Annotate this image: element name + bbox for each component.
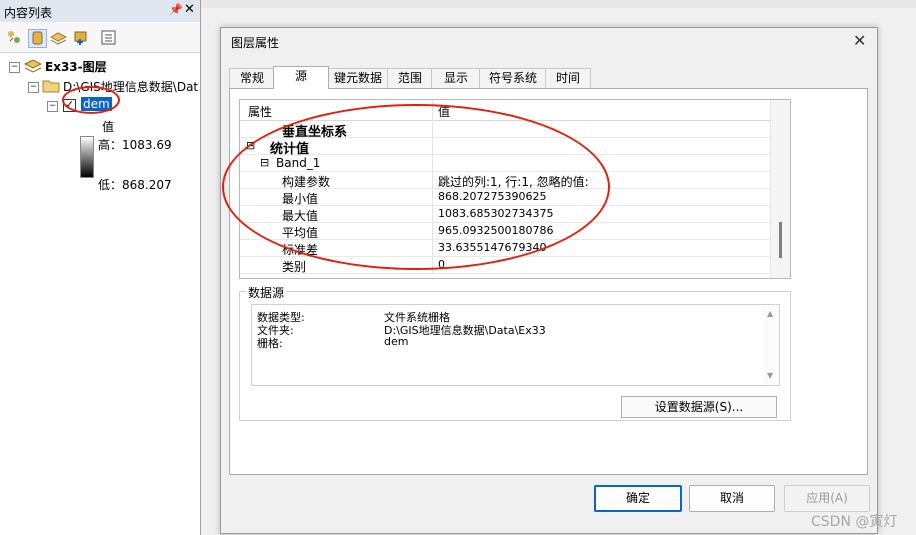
column-header-property: 属性 [248,105,273,119]
property-grid[interactable]: 属性 值 垂直坐标系 ⊟ 统计值 ⊟ Band_1 构建参数 跳过的列:1, 行:1, 忽略… [239,99,791,279]
root-collapse-toggle[interactable]: − [9,62,20,73]
folder-path[interactable]: D:\GIS地理信息数据\Dat [63,78,198,95]
layers-icon [24,59,42,73]
tab-time[interactable]: 时间 [545,68,591,88]
datasource-group: 数据源 数据类型: 文件系统栅格 文件夹: D:\GIS地理信息数据\Data\… [239,284,791,421]
property-grid-row[interactable]: ⊟ Band_1 [240,154,770,172]
tab-general[interactable]: 常规 [229,68,275,88]
list-by-visibility-icon[interactable] [50,29,67,46]
ok-button[interactable]: 确定 [594,485,682,512]
list-by-source-icon[interactable] [28,29,47,48]
scroll-down-icon[interactable]: ▼ [767,371,773,380]
legend-low-label: 低：868.207 [98,178,172,192]
property-grid-row[interactable]: 最小值 868.207275390625 [240,188,770,206]
column-header-value: 值 [438,105,451,119]
property-grid-header: 属性 值 [240,100,770,121]
tab-source[interactable]: 源 [273,66,329,89]
legend-value-heading: 值 [102,120,115,134]
datasource-info-box[interactable]: 数据类型: 文件系统栅格 文件夹: D:\GIS地理信息数据\Data\Ex33… [251,304,780,386]
property-grid-scroll-thumb[interactable] [779,222,782,258]
datasource-value-raster: dem [384,335,409,348]
datasource-legend: 数据源 [246,284,287,301]
property-grid-row[interactable]: 类别 0 [240,256,770,274]
tab-extent[interactable]: 范围 [387,68,433,88]
toc-titlebar: 内容列表 📌 ✕ [0,0,200,23]
datasource-label-raster: 栅格: [257,337,283,350]
layer-properties-dialog: 图层属性 ✕ 常规 源 键元数据 范围 显示 符号系统 时间 属性 值 垂直坐标… [220,27,878,534]
layer-visibility-checkbox[interactable]: ✓ [63,99,76,112]
dialog-close-icon[interactable]: ✕ [853,31,866,50]
property-grid-row[interactable]: 标准差 33.6355147679340 [240,239,770,257]
folder-icon [42,80,60,93]
tab-display[interactable]: 显示 [431,68,481,88]
stretch-color-ramp [80,136,94,178]
property-grid-row[interactable]: ⊟ 统计值 [240,137,770,157]
property-value: 965.0932500180786 [438,224,554,237]
watermark: CSDN @寅灯 [811,514,898,530]
property-grid-row[interactable]: 垂直坐标系 [240,120,770,140]
tab-symbology[interactable]: 符号系统 [479,68,547,88]
scroll-up-icon[interactable]: ▲ [767,309,773,318]
source-tab-panel: 属性 值 垂直坐标系 ⊟ 统计值 ⊟ Band_1 构建参数 跳过的列:1, 行:1, 忽略… [229,88,868,475]
layer-name-selected[interactable]: dem [81,97,112,111]
dialog-title: 图层属性 [231,36,280,50]
set-datasource-button[interactable]: 设置数据源(S)... [621,396,777,418]
toc-toolbar [0,22,200,53]
toc-panel: 内容列表 📌 ✕ − Ex33-图层 − D:\GIS地理信息数据\Dat − … [0,0,201,535]
row-collapse-toggle[interactable]: ⊟ [260,156,269,169]
property-grid-scrollbar[interactable] [770,100,790,278]
property-grid-row[interactable]: 最大值 1083.685302734375 [240,205,770,223]
legend-high-label: 高：1083.69 [98,138,172,152]
options-icon[interactable] [100,29,117,46]
tab-key-metadata[interactable]: 键元数据 [327,68,389,88]
property-grid-row[interactable]: 平均值 965.0932500180786 [240,222,770,240]
row-collapse-toggle[interactable]: ⊟ [246,139,255,152]
property-value: 1083.685302734375 [438,207,554,220]
property-name: 类别 [282,260,307,274]
property-value: 0 [438,258,445,271]
datasource-scrollbar[interactable]: ▲ ▼ [763,305,779,385]
tab-strip: 常规 源 键元数据 范围 显示 符号系统 时间 [229,66,869,89]
root-layer-name[interactable]: Ex33-图层 [45,58,107,75]
cancel-button[interactable]: 取消 [689,485,775,512]
close-icon[interactable]: ✕ [184,2,195,17]
layer-collapse-toggle[interactable]: − [47,101,58,112]
folder-collapse-toggle[interactable]: − [28,82,39,93]
top-toolbar-strip [201,0,916,8]
list-by-selection-icon[interactable] [72,29,89,46]
apply-button[interactable]: 应用(A) [784,485,870,512]
list-by-drawing-order-icon[interactable] [6,29,23,46]
property-grid-row[interactable]: 构建参数 跳过的列:1, 行:1, 忽略的值: [240,171,770,189]
property-value: 868.207275390625 [438,190,547,203]
property-name: Band_1 [276,156,321,170]
property-value: 33.6355147679340 [438,241,547,254]
toc-title: 内容列表 [4,6,53,20]
pin-icon[interactable]: 📌 [169,3,183,16]
